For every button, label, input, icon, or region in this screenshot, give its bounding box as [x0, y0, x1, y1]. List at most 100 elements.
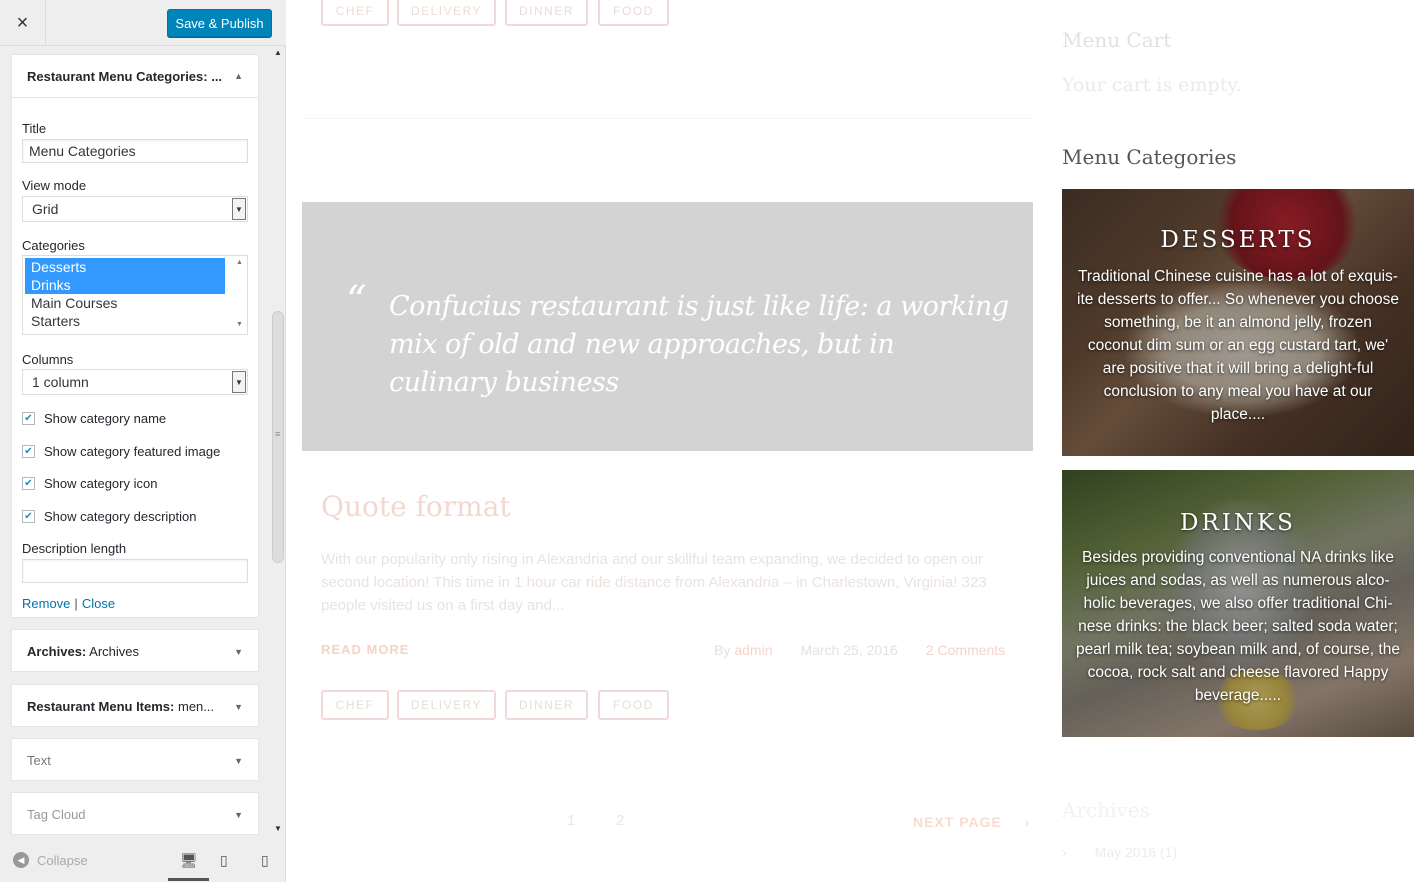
read-more-link[interactable]: READ MORE [321, 642, 409, 657]
view-mode-select[interactable]: Grid ▼ [22, 196, 248, 222]
checkmark-icon[interactable]: ✔ [22, 412, 35, 425]
pagination-page[interactable]: 2 [616, 812, 624, 829]
category-option[interactable]: Main Courses [25, 294, 225, 312]
quote-icon: “ [346, 278, 367, 324]
checkbox-label: Show category icon [44, 476, 158, 491]
category-description: Traditional Chinese cuisine has a lot of… [1077, 268, 1399, 423]
widget-header[interactable]: Text ▼ [12, 739, 258, 782]
next-page-link[interactable]: NEXT PAGE › [913, 814, 1030, 830]
close-link[interactable]: Close [82, 596, 115, 611]
tag-button[interactable]: FOOD [598, 690, 669, 720]
category-option[interactable]: Desserts [25, 258, 225, 276]
view-mode-label: View mode [22, 178, 87, 193]
tag-button[interactable]: DINNER [505, 0, 588, 26]
multiselect-scrollbar[interactable]: ▲ ▼ [234, 257, 246, 333]
widget-tag-cloud[interactable]: Tag Cloud ▼ [11, 792, 259, 835]
widget-title: Restaurant Menu Categories: ... [27, 68, 223, 84]
widgets-panel[interactable]: Restaurant Menu Categories: ... ▲ Title … [0, 46, 286, 840]
category-description: Besides providing conventional NA drinks… [1076, 549, 1400, 704]
customizer-footer: ◀ Collapse 🖥 ▯ ▯ [0, 840, 286, 882]
archives-title: Archives [1062, 798, 1150, 822]
widget-type: Restaurant Menu Items: [27, 699, 175, 714]
caret-down-icon[interactable]: ▼ [234, 647, 243, 657]
show-category-description-checkbox[interactable]: ✔ Show category description [22, 509, 196, 524]
category-option[interactable]: Starters [25, 312, 225, 330]
widget-title: Tag Cloud [27, 807, 86, 822]
columns-value: 1 column [32, 374, 89, 390]
checkbox-label: Show category name [44, 411, 167, 426]
checkbox-label: Show category description [44, 509, 197, 524]
comments-link[interactable]: 2 Comments [926, 642, 1005, 658]
show-category-name-checkbox[interactable]: ✔ Show category name [22, 411, 166, 426]
checkmark-icon[interactable]: ✔ [22, 477, 35, 490]
checkbox-label: Show category featured image [44, 444, 221, 459]
archive-link[interactable]: › May 2016 (1) [1062, 844, 1177, 860]
collapse-icon: ◀ [13, 852, 29, 868]
scroll-up-icon[interactable]: ▲ [236, 259, 243, 266]
columns-label: Columns [22, 352, 74, 367]
cart-empty-text: Your cart is empty. [1062, 74, 1242, 96]
caret-down-icon[interactable]: ▼ [234, 810, 243, 820]
scroll-down-icon[interactable]: ▼ [236, 321, 243, 328]
tag-button[interactable]: CHEF [321, 690, 389, 720]
scroll-thumb[interactable]: ≡ [272, 311, 284, 563]
active-device-indicator [168, 878, 209, 881]
caret-down-icon[interactable]: ▼ [234, 756, 243, 766]
author-link[interactable]: admin [734, 642, 772, 658]
caret-down-icon[interactable]: ▼ [234, 702, 243, 712]
category-option[interactable]: Drinks [25, 276, 225, 294]
widget-restaurant-menu-items[interactable]: Restaurant Menu Items: men... ▼ [11, 684, 259, 727]
archive-label: May 2016 (1) [1094, 844, 1178, 860]
menu-cart-title: Menu Cart [1062, 28, 1172, 52]
widget-instance: men... [174, 699, 215, 714]
widget-header[interactable]: Tag Cloud ▼ [12, 793, 258, 836]
tablet-preview-icon[interactable]: ▯ [220, 852, 228, 869]
post-excerpt: With our popularity only rising in Alexa… [321, 551, 987, 614]
category-card-drinks[interactable]: DRINKS Besides providing conventional NA… [1062, 470, 1414, 737]
post-title[interactable]: Quote format [321, 490, 511, 523]
category-name[interactable]: DRINKS [1062, 510, 1414, 536]
dropdown-arrow-icon[interactable]: ▼ [232, 198, 246, 220]
tag-button[interactable]: DINNER [505, 690, 588, 720]
remove-link[interactable]: Remove [22, 596, 70, 611]
close-icon[interactable]: × [0, 0, 46, 46]
widget-title: Restaurant Menu Items: men... [27, 699, 214, 714]
columns-select[interactable]: 1 column ▼ [22, 369, 248, 395]
scroll-down-icon[interactable]: ▼ [274, 824, 282, 833]
caret-up-icon[interactable]: ▲ [234, 71, 243, 81]
divider [302, 118, 1033, 119]
categories-multiselect[interactable]: Desserts Drinks Main Courses Starters ▲ … [22, 255, 248, 335]
chevron-right-icon: › [1024, 814, 1031, 830]
widget-header[interactable]: Archives: Archives ▼ [12, 630, 258, 673]
desktop-preview-icon[interactable]: 🖥 [180, 852, 198, 869]
checkmark-icon[interactable]: ✔ [22, 445, 35, 458]
collapse-button[interactable]: ◀ Collapse [13, 852, 88, 868]
checkmark-icon[interactable]: ✔ [22, 510, 35, 523]
widget-archives[interactable]: Archives: Archives ▼ [11, 629, 259, 672]
show-featured-image-checkbox[interactable]: ✔ Show category featured image [22, 444, 220, 459]
description-length-input[interactable] [22, 559, 248, 583]
pagination-page[interactable]: 1 [567, 812, 575, 829]
widget-header[interactable]: Restaurant Menu Categories: ... ▲ [12, 55, 258, 98]
post-date: March 25, 2016 [800, 642, 898, 658]
show-category-icon-checkbox[interactable]: ✔ Show category icon [22, 476, 157, 491]
site-preview: CHEF DELIVERY DINNER FOOD “ Confucius re… [287, 0, 1427, 882]
widget-text[interactable]: Text ▼ [11, 738, 259, 781]
save-publish-button[interactable]: Save & Publish [167, 9, 272, 37]
tag-button[interactable]: DELIVERY [397, 690, 496, 720]
tag-button[interactable]: DELIVERY [397, 0, 496, 26]
post-meta: By admin March 25, 2016 2 Comments [714, 642, 1013, 658]
category-name[interactable]: DESSERTS [1062, 227, 1414, 253]
title-label: Title [22, 121, 47, 136]
category-card-desserts[interactable]: DESSERTS Traditional Chinese cuisine has… [1062, 189, 1414, 456]
widget-title: Text [27, 753, 51, 768]
dropdown-arrow-icon[interactable]: ▼ [232, 371, 246, 393]
sidebar-scrollbar[interactable]: ▲ ≡ ▼ [270, 46, 286, 840]
widget-header[interactable]: Restaurant Menu Items: men... ▼ [12, 685, 258, 728]
tag-button[interactable]: FOOD [598, 0, 669, 26]
menu-categories-title: Menu Categories [1062, 145, 1237, 169]
scroll-up-icon[interactable]: ▲ [274, 48, 282, 57]
mobile-preview-icon[interactable]: ▯ [261, 852, 269, 869]
title-input[interactable]: Menu Categories [22, 139, 248, 163]
tag-button[interactable]: CHEF [321, 0, 389, 26]
